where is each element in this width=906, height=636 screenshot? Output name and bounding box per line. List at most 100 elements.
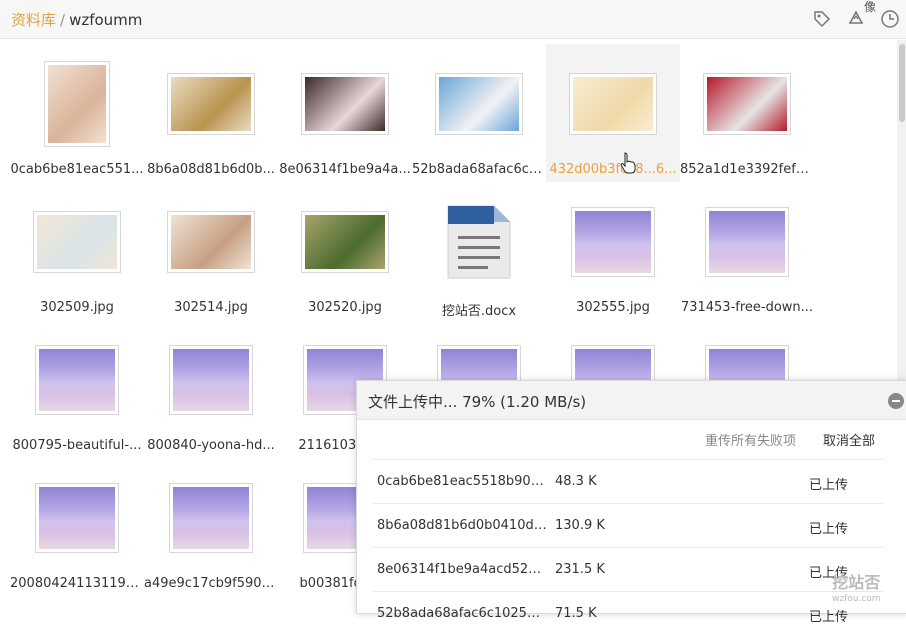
photo-thumbnail <box>167 73 255 135</box>
upload-file-name: 8b6a08d81b6d0b0410df9... <box>377 518 547 533</box>
upload-progress-title: 文件上传中... 79% (1.20 MB/s) <box>368 393 587 411</box>
file-item[interactable]: 302514.jpg <box>144 182 278 320</box>
minimize-icon[interactable] <box>888 393 904 409</box>
file-item[interactable]: 731453-free-down... <box>680 182 814 320</box>
file-thumbnail-area <box>546 58 680 150</box>
upload-file-size: 48.3 K <box>555 474 597 489</box>
watermark-text: 挖站否 <box>832 573 881 592</box>
scrollbar-thumb[interactable] <box>899 44 905 122</box>
upload-status: 已上传 <box>809 478 849 493</box>
file-item[interactable]: 200804241131191... <box>10 458 144 596</box>
file-name[interactable]: 302509.jpg <box>10 300 144 315</box>
file-name[interactable]: 挖站否.docx <box>412 300 546 319</box>
thumbnail-image <box>575 211 651 273</box>
thumbnail-image <box>305 215 385 269</box>
sea-image-thumbnail <box>169 345 253 415</box>
file-name[interactable]: 52b8ada68afac6c1... <box>412 162 546 177</box>
file-thumbnail-area <box>680 58 814 150</box>
photo-thumbnail <box>33 211 121 273</box>
thumbnail-image <box>39 487 115 549</box>
photo-thumbnail <box>167 211 255 273</box>
file-item[interactable]: 挖站否.docx <box>412 182 546 320</box>
breadcrumb-current: wzfoumm <box>69 11 143 29</box>
history-icon[interactable] <box>880 9 900 29</box>
file-name[interactable]: 302514.jpg <box>144 300 278 315</box>
sea-image-thumbnail <box>35 483 119 553</box>
sea-image-thumbnail <box>169 483 253 553</box>
photo-thumbnail <box>44 61 110 147</box>
file-name[interactable]: 8b6a08d81b6d0b... <box>144 162 278 177</box>
file-thumbnail-area <box>10 472 144 564</box>
photo-thumbnail <box>703 73 791 135</box>
file-item[interactable]: 800795-beautiful-... <box>10 320 144 458</box>
thumbnail-image <box>305 77 385 131</box>
file-item[interactable]: 8b6a08d81b6d0b... <box>144 44 278 182</box>
file-name[interactable]: 800795-beautiful-... <box>10 438 144 453</box>
file-thumbnail-area <box>412 58 546 150</box>
file-item[interactable]: a49e9c17cb9f5902... <box>144 458 278 596</box>
top-toolbar: 资料库 / wzfoumm 像 <box>0 0 906 39</box>
document-file-icon <box>447 205 511 279</box>
upload-status: 已上传 <box>809 522 849 537</box>
cancel-all-button[interactable]: 取消全部 <box>823 430 875 449</box>
toolbar-partial-label: 像 <box>864 0 877 14</box>
file-name[interactable]: a49e9c17cb9f5902... <box>144 576 278 591</box>
thumbnail-image <box>171 215 251 269</box>
tag-icon[interactable] <box>812 9 832 29</box>
file-name[interactable]: 0cab6be81eac551... <box>10 162 144 177</box>
recycle-icon[interactable] <box>846 9 866 29</box>
file-name[interactable]: 852a1d1e3392fefa... <box>680 162 814 177</box>
sea-image-thumbnail <box>35 345 119 415</box>
breadcrumb: 资料库 / wzfoumm <box>11 9 142 30</box>
file-name[interactable]: 432d00b3fca8...6... <box>546 162 680 177</box>
file-item[interactable]: 800840-yoona-hd... <box>144 320 278 458</box>
breadcrumb-root-link[interactable]: 资料库 <box>11 11 56 29</box>
upload-file-size: 130.9 K <box>555 518 605 533</box>
file-item[interactable]: 0cab6be81eac551... <box>10 44 144 182</box>
file-item[interactable]: 432d00b3fca8...6... <box>546 44 680 182</box>
hand-cursor-icon <box>620 152 636 174</box>
file-item[interactable]: 302520.jpg <box>278 182 412 320</box>
photo-thumbnail <box>569 73 657 135</box>
retry-all-failed-button[interactable]: 重传所有失败项 <box>705 430 796 449</box>
site-watermark: 挖站否 wzfou.com <box>832 575 881 607</box>
file-name[interactable]: 731453-free-down... <box>680 300 814 315</box>
file-thumbnail-area <box>10 196 144 288</box>
upload-file-name: 0cab6be81eac5518b90e2... <box>377 474 547 489</box>
file-thumbnail-area <box>144 334 278 426</box>
upload-file-size: 231.5 K <box>555 562 605 577</box>
thumbnail-image <box>37 215 117 269</box>
photo-thumbnail <box>301 73 389 135</box>
file-item[interactable]: 302509.jpg <box>10 182 144 320</box>
upload-file-name: 52b8ada68afac6c10252... <box>377 606 547 621</box>
photo-thumbnail <box>301 211 389 273</box>
file-thumbnail-area <box>144 58 278 150</box>
file-item[interactable]: 302555.jpg <box>546 182 680 320</box>
thumbnail-image <box>39 349 115 411</box>
thumbnail-image <box>573 77 653 131</box>
file-thumbnail-area <box>10 58 144 150</box>
file-name[interactable]: 800840-yoona-hd... <box>144 438 278 453</box>
upload-row: 0cab6be81eac5518b90e2... 48.3 K 已上传 <box>373 459 883 504</box>
thumbnail-image <box>48 65 106 143</box>
file-item[interactable]: 8e06314f1be9a4a... <box>278 44 412 182</box>
file-thumbnail-area <box>278 58 412 150</box>
sea-image-thumbnail <box>705 207 789 277</box>
file-thumbnail-area <box>144 196 278 288</box>
thumbnail-image <box>173 487 249 549</box>
upload-panel-header: 文件上传中... 79% (1.20 MB/s) <box>357 381 906 420</box>
file-name[interactable]: 8e06314f1be9a4a... <box>278 162 412 177</box>
sea-image-thumbnail <box>571 207 655 277</box>
file-thumbnail-area <box>680 196 814 288</box>
file-item[interactable]: 852a1d1e3392fefa... <box>680 44 814 182</box>
file-item[interactable]: 52b8ada68afac6c1... <box>412 44 546 182</box>
file-name[interactable]: 302520.jpg <box>278 300 412 315</box>
file-name[interactable]: 200804241131191... <box>10 576 144 591</box>
upload-status: 已上传 <box>809 610 849 625</box>
upload-file-size: 71.5 K <box>555 606 597 621</box>
upload-file-name: 8e06314f1be9a4acd52afc... <box>377 562 547 577</box>
file-name[interactable]: 302555.jpg <box>546 300 680 315</box>
upload-row: 8e06314f1be9a4acd52afc... 231.5 K 已上传 <box>373 547 883 592</box>
upload-panel: 文件上传中... 79% (1.20 MB/s) 重传所有失败项 取消全部 0c… <box>356 380 906 625</box>
breadcrumb-separator: / <box>60 11 66 29</box>
